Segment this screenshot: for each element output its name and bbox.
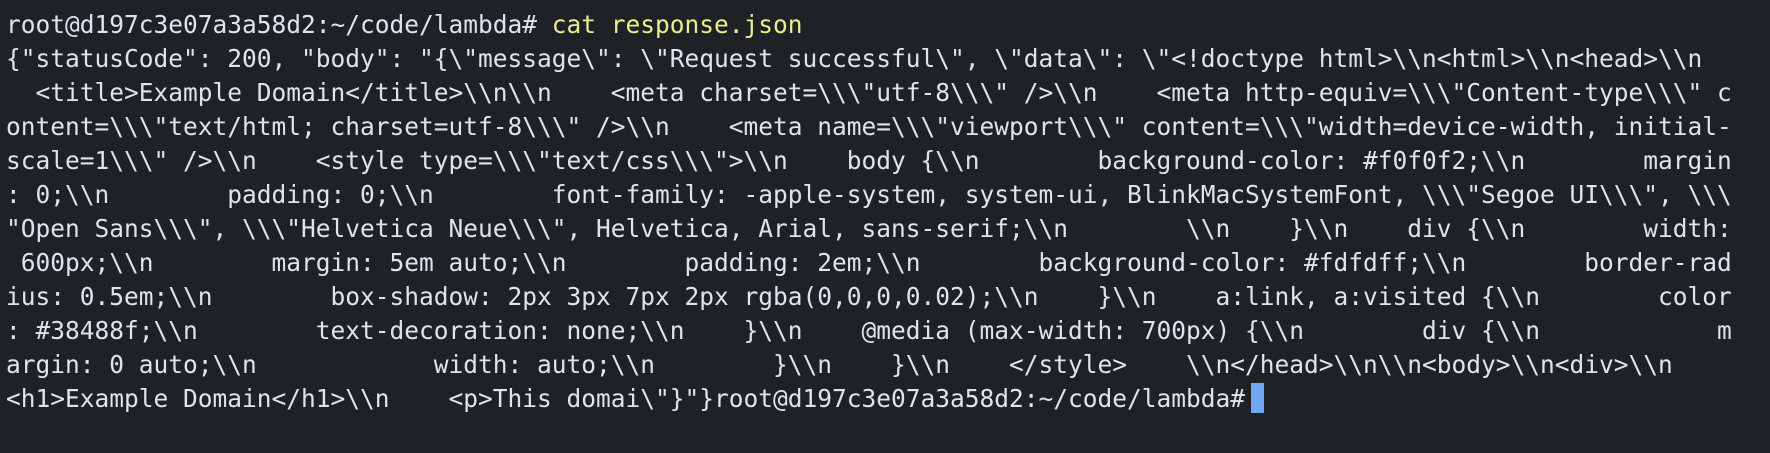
output-line: "Open Sans\\\", \\\"Helvetica Neue\\\", …: [6, 214, 1732, 243]
output-line: {"statusCode": 200, "body": "{\"message\…: [6, 44, 1703, 73]
output-line: 600px;\\n margin: 5em auto;\\n padding: …: [6, 248, 1732, 277]
output-line: <title>Example Domain</title>\\n\\n <met…: [6, 78, 1732, 107]
output-line: ontent=\\\"text/html; charset=utf-8\\\" …: [6, 112, 1732, 141]
output-line: ius: 0.5em;\\n box-shadow: 2px 3px 7px 2…: [6, 282, 1732, 311]
output-line: : 0;\\n padding: 0;\\n font-family: -app…: [6, 180, 1732, 209]
output-line: scale=1\\\" />\\n <style type=\\\"text/c…: [6, 146, 1732, 175]
terminal-window[interactable]: root@d197c3e07a3a58d2:~/code/lambda# cat…: [0, 0, 1770, 453]
command-output: {"statusCode": 200, "body": "{\"message\…: [6, 42, 1770, 382]
shell-command: cat response.json: [551, 10, 803, 39]
final-line: <h1>Example Domain</h1>\\n <p>This domai…: [6, 382, 1770, 416]
text-cursor: [1251, 383, 1265, 413]
shell-prompt: root@d197c3e07a3a58d2:~/code/lambda#: [6, 10, 538, 39]
shell-prompt-current: root@d197c3e07a3a58d2:~/code/lambda#: [714, 384, 1246, 413]
command-line: root@d197c3e07a3a58d2:~/code/lambda# cat…: [6, 8, 1770, 42]
output-line: argin: 0 auto;\\n width: auto;\\n }\\n }…: [6, 350, 1673, 379]
output-line: : #38488f;\\n text-decoration: none;\\n …: [6, 316, 1732, 345]
output-tail: <h1>Example Domain</h1>\\n <p>This domai…: [6, 384, 715, 413]
